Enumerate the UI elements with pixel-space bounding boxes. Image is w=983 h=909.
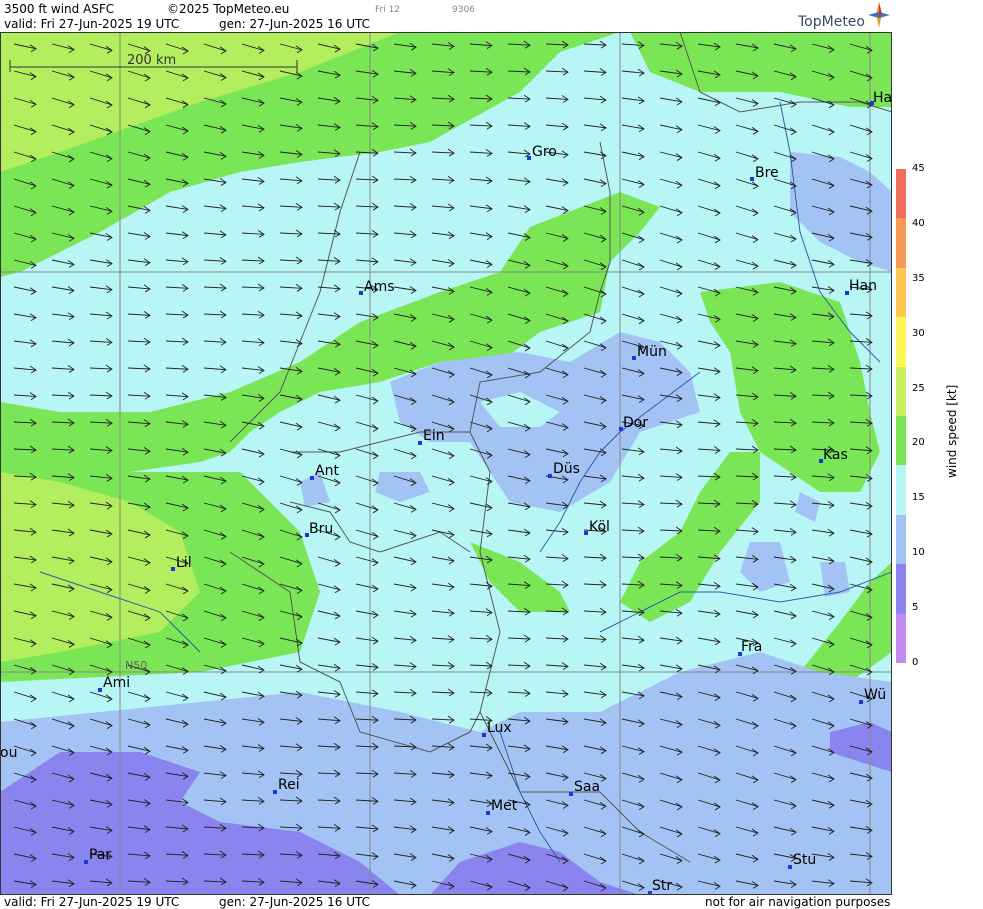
svg-text:Köl: Köl — [589, 519, 610, 535]
colorbar-segment — [896, 613, 906, 663]
svg-text:Dor: Dor — [623, 415, 648, 431]
city-ams: Ams — [359, 279, 395, 295]
svg-text:Gro: Gro — [532, 144, 557, 160]
svg-text:Ant: Ant — [315, 463, 339, 479]
svg-text:ou: ou — [0, 745, 17, 761]
colorbar-segment — [896, 514, 906, 565]
colorbar-tick-label: 45 — [912, 163, 925, 174]
city-saa: Saa — [569, 779, 600, 796]
copyright: ©2025 TopMeteo.eu — [167, 2, 290, 16]
colorbar — [896, 169, 906, 663]
colorbar-segment — [896, 415, 906, 466]
city-mun: Mün — [632, 344, 667, 360]
city-lux: Lux — [482, 720, 512, 737]
city-gro: Gro — [527, 144, 557, 160]
city-ami: Ami — [98, 675, 130, 692]
svg-text:Kas: Kas — [823, 447, 848, 463]
colorbar-segment — [896, 366, 906, 416]
svg-text:Ein: Ein — [423, 428, 445, 444]
colorbar-tick-label: 35 — [912, 272, 925, 284]
svg-text:Düs: Düs — [553, 461, 580, 477]
svg-text:Saa: Saa — [574, 779, 600, 795]
city-str: Str — [648, 878, 672, 895]
svg-text:Wü: Wü — [864, 687, 886, 703]
footer-valid-time: valid: Fri 27-Jun-2025 19 UTC — [4, 895, 180, 909]
svg-text:Rei: Rei — [278, 777, 300, 793]
colorbar-tick-label: 20 — [912, 437, 925, 449]
compass-logo-icon — [868, 2, 890, 28]
city-han: Han — [845, 278, 877, 295]
svg-text:Ami: Ami — [103, 675, 130, 691]
colorbar-segment — [896, 218, 906, 268]
wind-map[interactable]: N50 200 km Ha Gro Bre Ams Han Mün Ein Do… — [0, 32, 892, 895]
colorbar-tick-label: 40 — [912, 217, 925, 229]
colorbar-tick-label: 10 — [912, 547, 925, 559]
wind-band-12kt-e — [820, 562, 850, 597]
city-bre: Bre — [750, 165, 779, 181]
city-stu: Stu — [788, 852, 816, 869]
city-kas: Kas — [819, 447, 848, 463]
svg-text:Met: Met — [491, 798, 518, 814]
city-par: Par — [84, 847, 111, 864]
svg-text:Mün: Mün — [637, 344, 667, 360]
city-ha: Ha — [870, 90, 892, 106]
generated-time: gen: 27-Jun-2025 16 UTC — [219, 17, 371, 31]
colorbar-segment — [896, 267, 906, 318]
city-bru: Bru — [305, 521, 333, 537]
colorbar-segment — [896, 317, 906, 367]
colorbar-tick-label: 30 — [912, 327, 925, 339]
svg-text:Lil: Lil — [176, 555, 192, 571]
svg-text:Stu: Stu — [793, 852, 816, 868]
city-ou: ou — [0, 745, 17, 761]
colorbar-title: wind speed [kt] — [945, 384, 959, 478]
svg-text:Ha: Ha — [873, 90, 892, 106]
city-dor: Dor — [619, 415, 648, 431]
svg-text:Bru: Bru — [309, 521, 333, 537]
colorbar-tick-label: 5 — [912, 602, 919, 614]
brand-name: TopMeteo — [798, 14, 865, 30]
scale-bar-label: 200 km — [127, 53, 176, 68]
svg-text:Ams: Ams — [364, 279, 395, 295]
day-label: Fri 12 — [375, 5, 401, 15]
city-dus: Düs — [548, 461, 580, 478]
colorbar-tick-label: 25 — [912, 382, 925, 394]
colorbar-tick-label: 0 — [912, 657, 919, 668]
valid-time: valid: Fri 27-Jun-2025 19 UTC — [4, 17, 180, 31]
svg-text:Lux: Lux — [487, 720, 512, 736]
svg-text:Fra: Fra — [741, 639, 762, 655]
svg-text:Par: Par — [89, 847, 111, 863]
colorbar-segment — [896, 564, 906, 614]
city-wu: Wü — [859, 687, 886, 704]
footer-generated-time: gen: 27-Jun-2025 16 UTC — [219, 895, 371, 909]
city-met: Met — [486, 798, 518, 815]
svg-text:Han: Han — [849, 278, 877, 294]
city-fra: Fra — [738, 639, 762, 656]
product-title: 3500 ft wind ASFC — [4, 2, 115, 16]
footer-disclaimer: not for air navigation purposes — [705, 895, 891, 909]
colorbar-tick-label: 15 — [912, 492, 925, 504]
city-ant: Ant — [310, 463, 339, 480]
svg-text:Bre: Bre — [755, 165, 779, 181]
product-code: 9306 — [452, 5, 475, 15]
svg-text:Str: Str — [652, 878, 672, 894]
colorbar-segment — [896, 169, 906, 219]
colorbar-segment — [896, 465, 906, 515]
